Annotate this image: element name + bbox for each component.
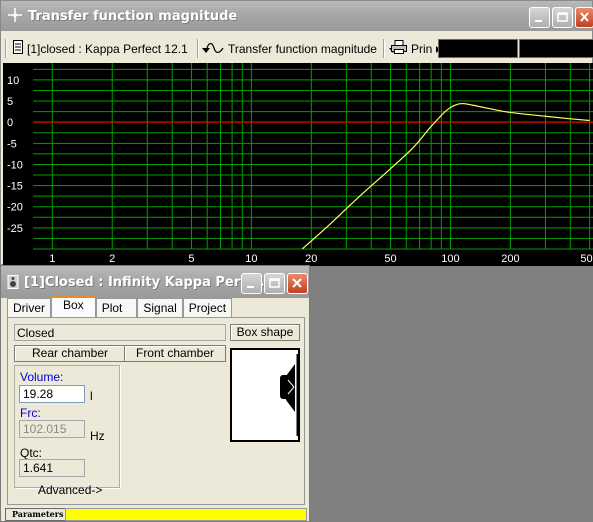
advanced-button[interactable]: Advanced->: [38, 483, 102, 497]
speaker-app-icon[interactable]: [7, 275, 21, 289]
sine-wave-icon: [206, 42, 224, 56]
volume-unit: l: [90, 389, 93, 403]
tab-box[interactable]: Box: [51, 296, 96, 318]
frc-label: Frc:: [20, 406, 41, 420]
tab-plot[interactable]: Plot: [95, 298, 138, 318]
magnitude-plot[interactable]: 1050-5-10-15-20-25125102050100200500: [3, 63, 593, 266]
tab-signal[interactable]: Signal: [137, 298, 183, 318]
y-tick-label: 10: [7, 75, 19, 87]
y-tick-label: 5: [7, 96, 13, 108]
document-icon: [13, 40, 23, 57]
box-properties-window: [1]Closed : Infinity Kappa Perfe... Driv…: [0, 265, 310, 522]
y-tick-label: -25: [7, 223, 23, 235]
toolbar: [1]closed : Kappa Perfect 12.1 Transfer …: [1, 35, 593, 61]
y-tick-label: 0: [7, 117, 13, 129]
close-button[interactable]: [287, 273, 308, 294]
x-tick-label: 20: [305, 253, 317, 265]
volume-input[interactable]: [19, 385, 85, 403]
tab-driver[interactable]: Driver: [7, 298, 51, 318]
x-tick-label: 2: [109, 253, 115, 265]
x-tick-label: 200: [501, 253, 519, 265]
toolbar-separator: [197, 39, 199, 58]
window-title: Transfer function magnitude: [28, 9, 238, 24]
y-tick-label: -20: [7, 202, 23, 214]
volume-label: Volume:: [20, 370, 64, 384]
x-tick-label: 10: [245, 253, 257, 265]
box-tab-panel: Closed Box shape Rear chamber Front cham…: [7, 317, 305, 505]
maximize-button[interactable]: [264, 273, 285, 294]
parameters-label: Parameters: [5, 508, 71, 521]
frc-unit: Hz: [90, 429, 105, 443]
printer-icon: [391, 40, 407, 57]
y-tick-label: -15: [7, 181, 23, 193]
title-bar[interactable]: [1]Closed : Infinity Kappa Perfe...: [1, 266, 309, 298]
view-select[interactable]: Transfer function magnitude: [206, 38, 397, 59]
qtc-field: 1.641: [19, 459, 85, 477]
view-select-label: Transfer function magnitude: [228, 41, 377, 56]
y-tick-label: -10: [7, 159, 23, 171]
status-bar: Parameters: [1, 507, 309, 521]
box-preview: [230, 348, 300, 442]
magnitude-curve: [301, 102, 590, 249]
x-tick-label: 500: [580, 253, 593, 265]
status-progress: [65, 508, 307, 521]
box-shape-button[interactable]: Box shape: [230, 324, 300, 341]
toolbar-separator: [383, 39, 385, 58]
maximize-button[interactable]: [552, 7, 573, 28]
x-tick-label: 50: [384, 253, 396, 265]
readout-field: [438, 39, 518, 58]
project-select-label: [1]closed : Kappa Perfect 12.1: [27, 41, 188, 56]
x-tick-label: 100: [441, 253, 459, 265]
window-title: [1]Closed : Infinity Kappa Perfe...: [24, 275, 270, 290]
rear-chamber-button[interactable]: Rear chamber: [14, 345, 126, 362]
minimize-button[interactable]: [241, 273, 262, 294]
speaker-driver-icon: [280, 354, 300, 436]
x-tick-label: 5: [188, 253, 194, 265]
front-chamber-button[interactable]: Front chamber: [124, 345, 226, 362]
tab-bar: Driver Box Plot Signal Project: [7, 296, 233, 318]
readout-field: [519, 39, 593, 58]
minimize-button[interactable]: [529, 7, 550, 28]
x-tick-label: 1: [49, 253, 55, 265]
tab-project[interactable]: Project: [182, 298, 233, 318]
y-tick-label: -5: [7, 138, 17, 150]
title-bar[interactable]: Transfer function magnitude: [1, 1, 593, 31]
frc-field: 102.015: [19, 420, 85, 438]
print-label: Prin: [411, 41, 433, 56]
toolbar-grip: [5, 39, 7, 58]
crosshair-icon[interactable]: [8, 8, 22, 22]
project-select[interactable]: [1]closed : Kappa Perfect 12.1: [13, 38, 210, 59]
transfer-function-window: Transfer function magnitude [1]closed : …: [0, 0, 593, 266]
box-type-field: Closed: [14, 324, 226, 341]
close-button[interactable]: [575, 7, 593, 28]
qtc-label: Qtc:: [20, 446, 43, 460]
print-button[interactable]: Prin: [391, 38, 441, 59]
